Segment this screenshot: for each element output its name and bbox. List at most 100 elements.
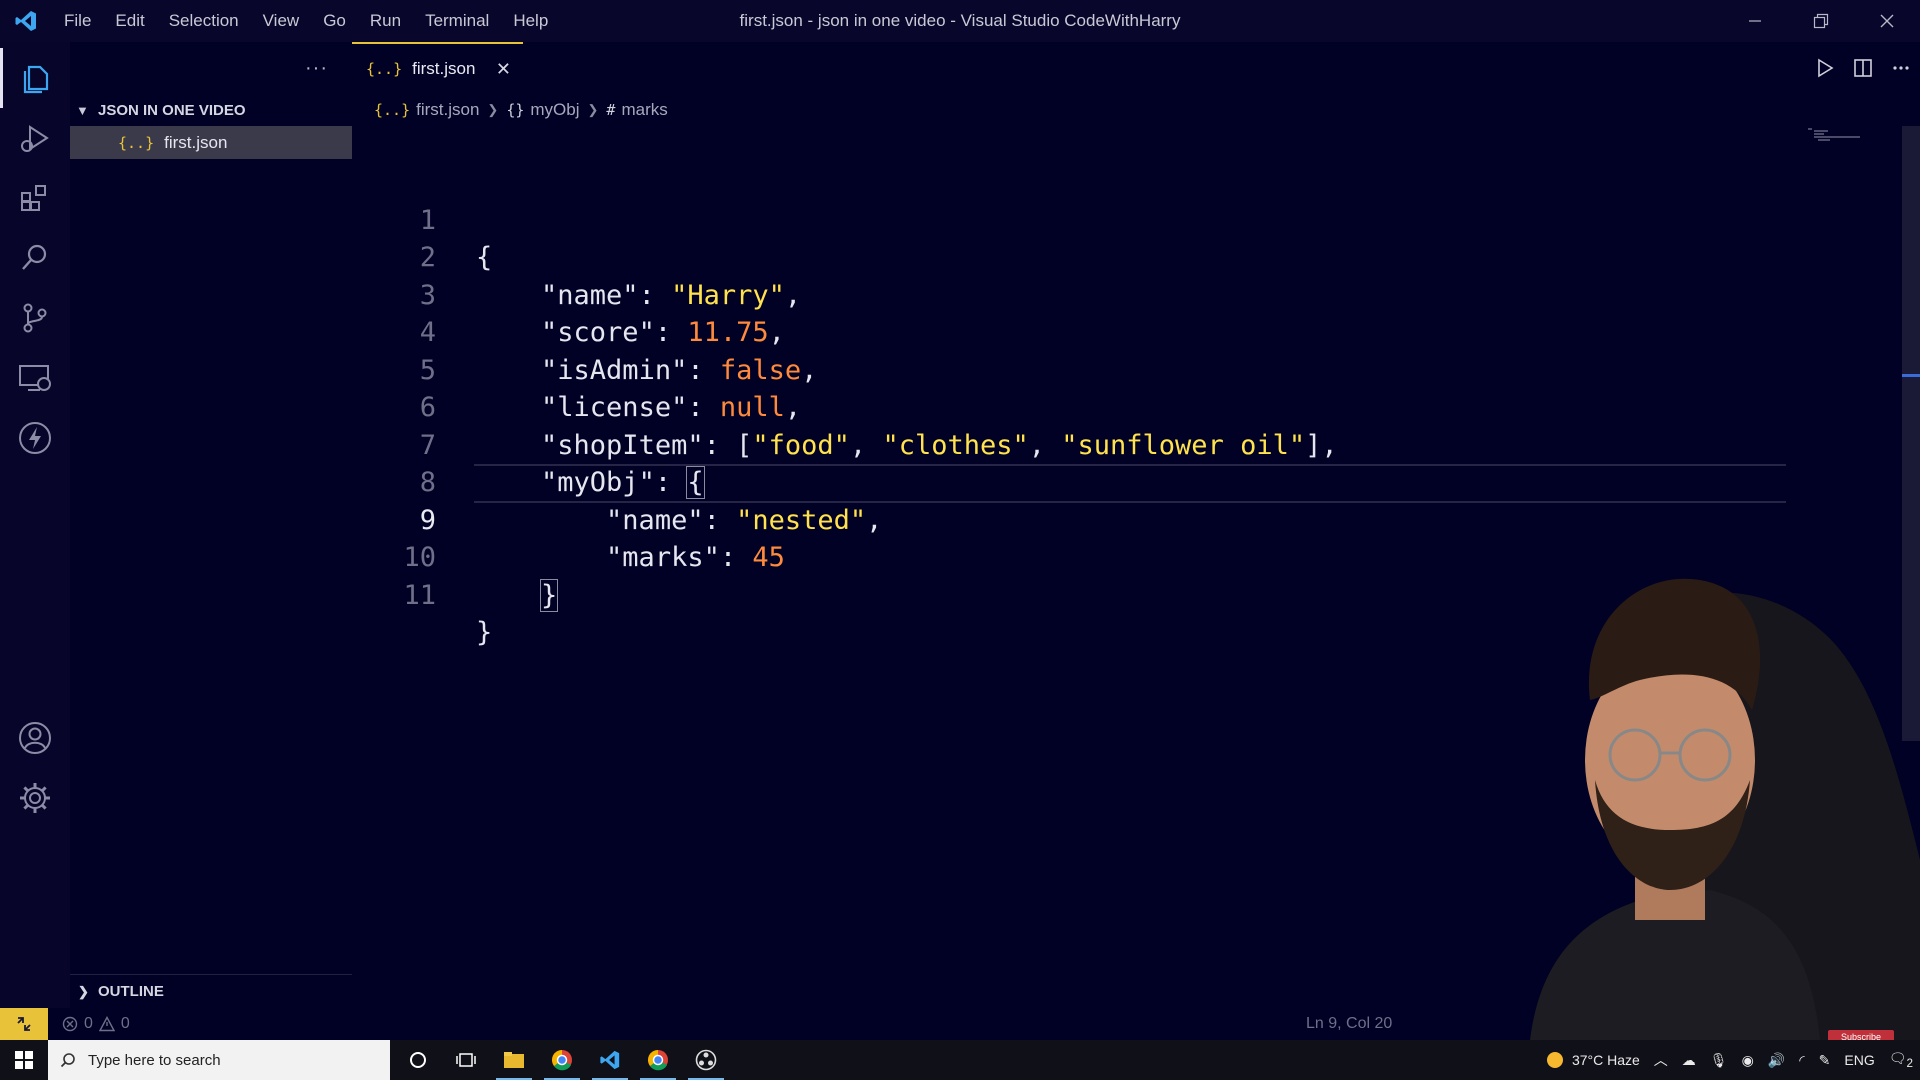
file-label: first.json xyxy=(164,132,228,152)
code-line: 7 "myObj": { xyxy=(352,389,1892,499)
chevron-right-icon: ❯ xyxy=(487,102,499,117)
windows-taskbar: Type here to search 37°C Haze ︿ ☁ 🎙 ◉ 🔊 … xyxy=(0,1040,1920,1080)
minimap[interactable] xyxy=(1808,126,1864,144)
search-icon xyxy=(60,1053,75,1068)
volume-icon[interactable]: 🔊 xyxy=(1768,1052,1785,1069)
cortana-icon[interactable] xyxy=(394,1040,442,1080)
code-line: 6 "shopItem": ["food", "clothes", "sunfl… xyxy=(352,352,1892,461)
breadcrumb-file[interactable]: first.json xyxy=(416,100,479,120)
menu-help[interactable]: Help xyxy=(501,11,560,31)
account-icon[interactable] xyxy=(0,708,70,768)
pen-icon[interactable]: ✎ xyxy=(1819,1052,1831,1069)
title-bar: File Edit Selection View Go Run Terminal… xyxy=(0,0,1920,42)
remote-indicator-icon[interactable] xyxy=(0,1008,48,1040)
activity-bar xyxy=(0,42,70,1008)
microphone-icon[interactable]: 🎙 xyxy=(1710,1052,1728,1069)
code-line: 2 "name": "Harry", xyxy=(352,202,1892,311)
obs-icon[interactable] xyxy=(682,1040,730,1080)
menu-selection[interactable]: Selection xyxy=(157,11,251,31)
menu-view[interactable]: View xyxy=(251,11,312,31)
split-editor-icon[interactable] xyxy=(1844,42,1882,94)
menu-bar: File Edit Selection View Go Run Terminal… xyxy=(52,0,560,42)
code-line: 5 "license": null, xyxy=(352,314,1892,424)
minimize-button[interactable] xyxy=(1722,0,1788,42)
chrome-profile-icon[interactable] xyxy=(634,1040,682,1080)
close-tab-icon[interactable]: ✕ xyxy=(496,59,511,80)
weather-sun-icon xyxy=(1546,1052,1563,1068)
lightning-icon[interactable] xyxy=(0,408,70,468)
remote-explorer-icon[interactable] xyxy=(0,348,70,408)
chrome-icon[interactable] xyxy=(538,1040,586,1080)
language-indicator[interactable]: ENG xyxy=(1844,1052,1874,1068)
wifi-icon[interactable]: ◜ xyxy=(1799,1052,1804,1069)
menu-edit[interactable]: Edit xyxy=(103,11,156,31)
taskbar-search-box[interactable]: Type here to search xyxy=(48,1040,390,1080)
run-debug-icon[interactable] xyxy=(0,108,70,168)
more-actions-icon[interactable] xyxy=(1882,42,1920,94)
tab-first-json[interactable]: {..} first.json ✕ xyxy=(352,42,523,94)
breadcrumb-object[interactable]: myObj xyxy=(530,100,579,120)
task-view-icon[interactable] xyxy=(442,1040,490,1080)
warning-icon xyxy=(98,1016,115,1032)
json-file-icon: {..} xyxy=(118,133,155,152)
folder-label: JSON IN ONE VIDEO xyxy=(98,101,246,119)
folder-json-in-one-video[interactable]: ▼ JSON IN ONE VIDEO xyxy=(70,94,352,126)
code-line: 8 "name": "nested", xyxy=(352,427,1892,536)
code-line: 1 { xyxy=(352,164,1892,274)
run-icon[interactable] xyxy=(1806,42,1844,94)
menu-go[interactable]: Go xyxy=(311,11,358,31)
line-number: 11 xyxy=(403,579,436,611)
explorer-icon[interactable] xyxy=(0,48,70,108)
file-item-first-json[interactable]: {..} first.json xyxy=(70,126,352,159)
code-line: 10 } xyxy=(352,502,1892,612)
windows-start-icon[interactable] xyxy=(0,1040,48,1080)
explorer-sidebar: ··· ▼ JSON IN ONE VIDEO {..} first.json … xyxy=(70,42,352,1008)
code-editor[interactable]: 1 { 2 "name": "Harry", 3 "score": 11.75,… xyxy=(352,164,1892,648)
number-icon: # xyxy=(606,101,616,119)
menu-file[interactable]: File xyxy=(52,11,103,31)
chevron-up-icon[interactable]: ︿ xyxy=(1654,1050,1668,1070)
json-file-icon: {..} xyxy=(374,101,411,119)
editor-actions xyxy=(1806,42,1920,94)
breadcrumb: {..} first.json ❯ {} myObj ❯ # marks xyxy=(352,94,1920,126)
vscode-taskbar-icon[interactable] xyxy=(586,1040,634,1080)
error-count: 0 xyxy=(84,1015,93,1032)
warning-count: 0 xyxy=(120,1015,130,1032)
close-window-button[interactable] xyxy=(1854,0,1920,42)
notification-icon[interactable]: 🗨2 xyxy=(1889,1050,1913,1070)
file-explorer-icon[interactable] xyxy=(490,1040,538,1080)
taskbar-apps xyxy=(394,1040,730,1080)
system-tray: 37°C Haze ︿ ☁ 🎙 ◉ 🔊 ◜ ✎ ENG 🗨2 xyxy=(1545,1040,1920,1080)
explorer-header: ··· xyxy=(70,42,352,94)
source-control-icon[interactable] xyxy=(0,288,70,348)
extensions-icon[interactable] xyxy=(0,168,70,228)
window-controls xyxy=(1722,0,1920,42)
menu-run[interactable]: Run xyxy=(358,11,413,31)
code-line: 4 "isAdmin": false, xyxy=(352,277,1892,386)
tab-label: first.json xyxy=(412,59,476,78)
chevron-right-icon: ❯ xyxy=(78,983,89,999)
breadcrumb-key[interactable]: marks xyxy=(621,100,667,120)
vscode-logo-icon xyxy=(0,0,52,42)
search-placeholder: Type here to search xyxy=(88,1051,221,1069)
object-icon: {} xyxy=(506,101,525,119)
recording-icon[interactable]: ◉ xyxy=(1742,1052,1754,1069)
matched-brace: } xyxy=(540,578,559,612)
error-icon xyxy=(62,1016,78,1032)
code-line: 3 "score": 11.75, xyxy=(352,239,1892,349)
weather-text[interactable]: 37°C Haze xyxy=(1572,1052,1640,1068)
restore-button[interactable] xyxy=(1788,0,1854,42)
menu-terminal[interactable]: Terminal xyxy=(413,11,501,31)
outline-label: OUTLINE xyxy=(98,983,164,1000)
onedrive-icon[interactable]: ☁ xyxy=(1682,1052,1696,1069)
search-icon[interactable] xyxy=(0,228,70,288)
more-actions-button[interactable]: ··· xyxy=(305,57,328,80)
tab-bar: {..} first.json ✕ xyxy=(352,42,1920,94)
chevron-down-icon: ▼ xyxy=(76,102,89,118)
brace: } xyxy=(476,617,493,648)
webcam-overlay xyxy=(1380,560,1920,1040)
settings-gear-icon[interactable] xyxy=(0,768,70,828)
problems-indicator[interactable]: 0 0 xyxy=(62,1015,130,1033)
scroll-position-marker xyxy=(1902,374,1920,377)
outline-section[interactable]: ❯ OUTLINE xyxy=(70,974,352,1008)
